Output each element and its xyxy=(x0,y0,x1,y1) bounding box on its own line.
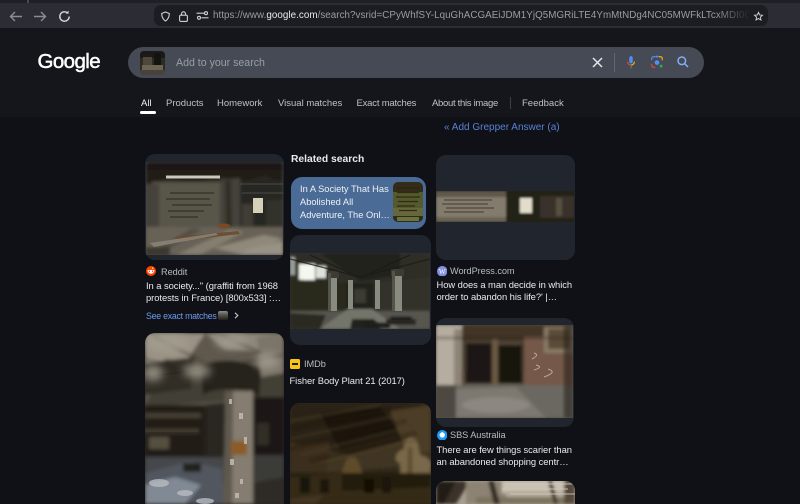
svg-text:W: W xyxy=(438,267,445,275)
